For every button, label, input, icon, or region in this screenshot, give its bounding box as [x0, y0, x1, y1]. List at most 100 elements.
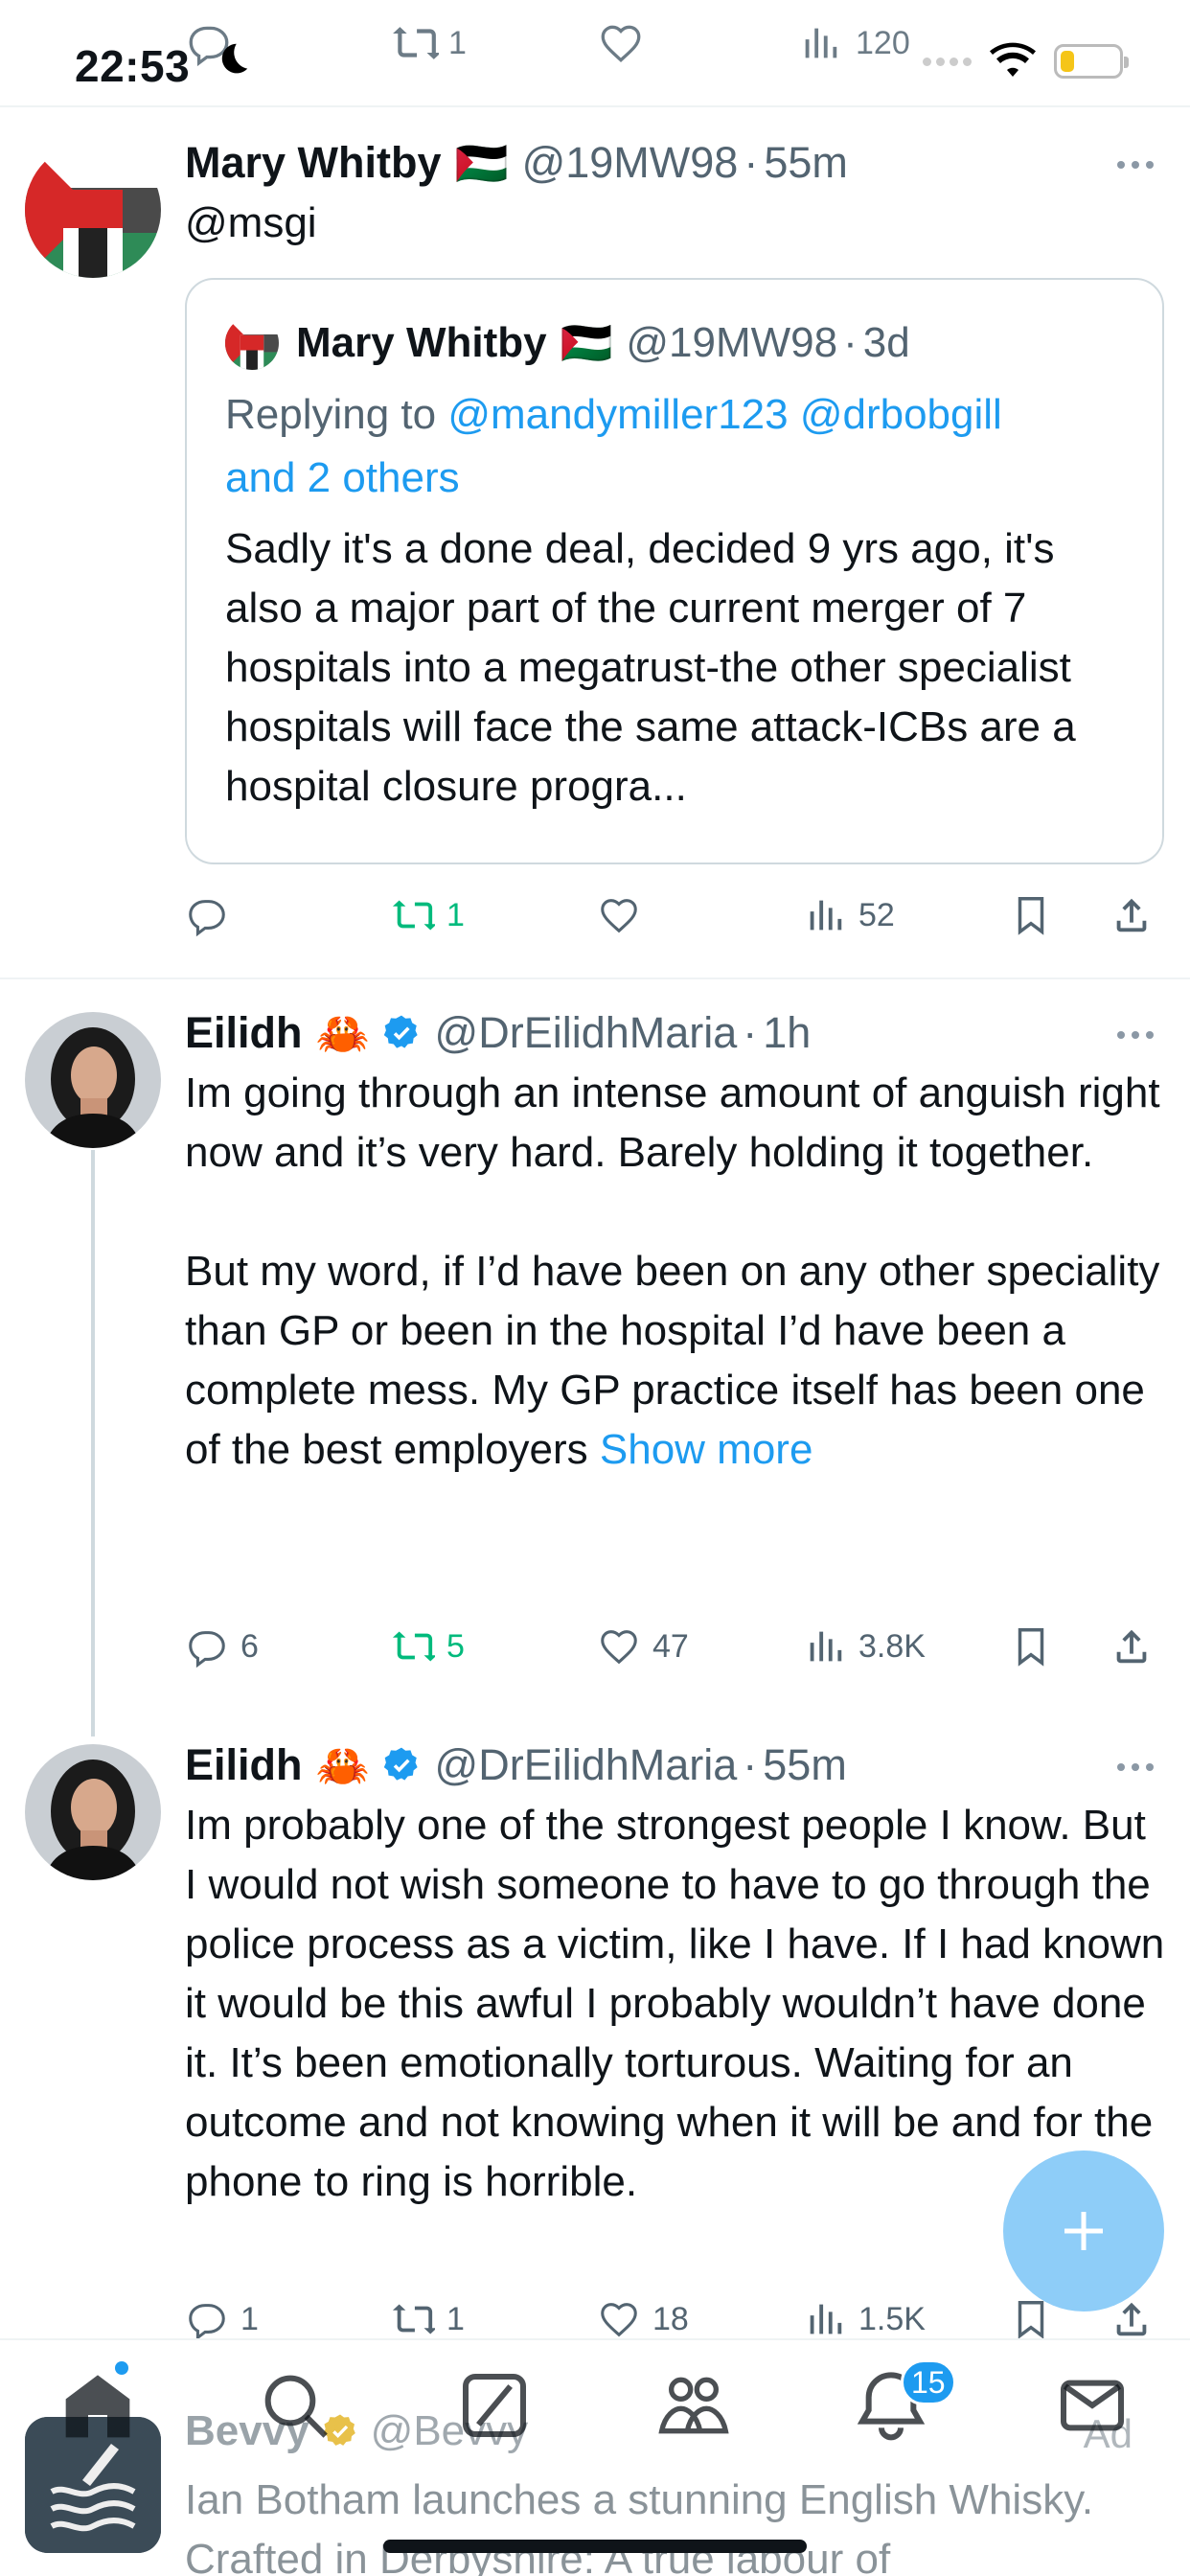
retweet-button[interactable]: 1 — [391, 2297, 465, 2341]
ad-text: Ian Botham launches a stunning English W… — [185, 2476, 1106, 2576]
show-more-link[interactable]: Show more — [600, 1426, 813, 1473]
retweet-count: 5 — [446, 1627, 465, 1665]
profile-photo — [25, 1012, 161, 1148]
like-icon — [601, 899, 637, 933]
bookmark-icon — [1018, 897, 1044, 935]
compose-button[interactable] — [1003, 2150, 1164, 2312]
nav-home[interactable] — [59, 2367, 136, 2444]
like-icon — [601, 1630, 637, 1665]
flag-emoji: 🇵🇸 — [560, 320, 613, 367]
share-button[interactable] — [1110, 893, 1154, 937]
bookmark-button[interactable] — [1009, 2297, 1053, 2341]
view-count: 1.5K — [858, 2300, 926, 2337]
share-icon — [1116, 1629, 1147, 1664]
avatar[interactable] — [25, 1012, 161, 1148]
retweet-button[interactable]: 5 — [391, 1624, 465, 1668]
retweet-icon — [392, 1631, 435, 1662]
views-button[interactable]: 3.8K — [803, 1624, 926, 1668]
communities-icon — [658, 2377, 729, 2434]
avatar[interactable] — [25, 142, 161, 278]
quoted-tweet[interactable]: Mary Whitby 🇵🇸 @19MW98 · 3d Replying to … — [185, 278, 1164, 864]
author-name[interactable]: Eilidh — [185, 1740, 303, 1790]
divider — [0, 105, 1190, 107]
crab-emoji: 🦀 — [315, 1740, 370, 1790]
previous-retweet-count: 1 — [448, 25, 467, 61]
like-button[interactable]: 47 — [597, 1624, 689, 1668]
author-handle[interactable]: @DrEilidhMaria — [435, 1008, 738, 1058]
tweet-actions: 1 52 — [185, 886, 1164, 944]
crab-emoji: 🦀 — [315, 1008, 370, 1058]
quoted-tweet-text: Sadly it's a done deal, decided 9 yrs ag… — [225, 525, 1087, 810]
quoted-tweet-header: Mary Whitby 🇵🇸 @19MW98 · 3d — [225, 316, 1133, 370]
views-icon — [810, 2304, 842, 2334]
more-icon[interactable] — [1117, 1758, 1165, 1777]
views-button[interactable]: 1.5K — [803, 2297, 926, 2341]
replying-to: Replying to @mandymiller123 @drbobgill a… — [225, 383, 1133, 510]
palestine-flag-avatar-icon — [225, 316, 279, 370]
reply-button[interactable] — [185, 893, 229, 937]
views-icon — [810, 1631, 842, 1662]
battery-icon — [1054, 44, 1129, 79]
share-icon — [1116, 898, 1147, 932]
tweet-time[interactable]: 55m — [763, 1740, 847, 1790]
reply-icon — [189, 2304, 225, 2341]
replying-prefix: Replying to — [225, 391, 448, 438]
retweet-icon — [392, 900, 435, 931]
verified-icon — [381, 1745, 422, 1785]
like-count: 18 — [652, 2300, 689, 2337]
like-button[interactable]: 18 — [597, 2297, 689, 2341]
home-indicator[interactable] — [383, 2540, 807, 2553]
share-button[interactable] — [1110, 1624, 1154, 1668]
author-handle[interactable]: @19MW98 — [522, 138, 739, 188]
quoted-avatar — [225, 316, 279, 370]
author-name[interactable]: Eilidh — [185, 1008, 303, 1058]
previous-view-count: 120 — [856, 25, 910, 61]
view-count: 3.8K — [858, 1627, 926, 1665]
reply-count: 1 — [240, 2300, 259, 2337]
tweet-header: Eilidh 🦀 @DrEilidhMaria · 1h — [185, 1004, 1165, 1062]
separator-dot: · — [843, 319, 858, 366]
like-icon[interactable] — [597, 19, 645, 67]
status-indicators — [923, 42, 1129, 80]
nav-grok[interactable] — [456, 2367, 533, 2444]
author-handle[interactable]: @DrEilidhMaria — [435, 1740, 738, 1790]
moon-icon — [221, 43, 248, 74]
tweet-text: @msgi — [185, 199, 317, 246]
tweet-text: Im going through an intense amount of an… — [185, 1064, 1165, 1480]
replying-to-users[interactable]: @mandymiller123 @drbobgill — [447, 391, 1001, 438]
like-button[interactable] — [597, 893, 641, 937]
replying-to-others[interactable]: and 2 others — [225, 454, 460, 501]
quoted-tweet-time: 3d — [862, 319, 910, 366]
tweet-header: Eilidh 🦀 @DrEilidhMaria · 55m — [185, 1736, 1165, 1794]
avatar[interactable] — [25, 1744, 161, 1880]
retweet-count: 1 — [446, 896, 465, 933]
status-bar: 1 120 22:53 — [0, 0, 1190, 105]
reply-button[interactable]: 1 — [185, 2297, 259, 2341]
retweet-button[interactable]: 1 — [391, 893, 465, 937]
nav-communities[interactable] — [655, 2367, 732, 2444]
retweet-icon[interactable] — [391, 19, 439, 67]
quoted-author-handle: @19MW98 — [626, 319, 838, 366]
reply-count: 6 — [240, 1627, 259, 1665]
palestine-flag-avatar-icon — [25, 142, 161, 278]
bookmark-button[interactable] — [1009, 1624, 1053, 1668]
profile-photo — [25, 1744, 161, 1880]
nav-search[interactable] — [257, 2367, 333, 2444]
flag-emoji: 🇵🇸 — [454, 138, 509, 188]
messages-icon — [1061, 2380, 1124, 2431]
retweet-icon — [392, 2304, 435, 2334]
more-icon[interactable] — [1117, 155, 1165, 174]
tweet-time[interactable]: 1h — [763, 1008, 811, 1058]
more-icon[interactable] — [1117, 1025, 1165, 1045]
author-name[interactable]: Mary Whitby — [185, 138, 442, 188]
home-icon — [65, 2375, 130, 2438]
plus-icon — [1064, 2212, 1103, 2250]
like-count: 47 — [652, 1627, 689, 1665]
views-icon[interactable] — [798, 21, 842, 65]
nav-messages[interactable] — [1054, 2367, 1131, 2444]
tweet-time[interactable]: 55m — [764, 138, 848, 188]
reply-button[interactable]: 6 — [185, 1624, 259, 1668]
thread-line — [91, 1150, 95, 1736]
views-button[interactable]: 52 — [803, 893, 895, 937]
bookmark-button[interactable] — [1009, 893, 1053, 937]
